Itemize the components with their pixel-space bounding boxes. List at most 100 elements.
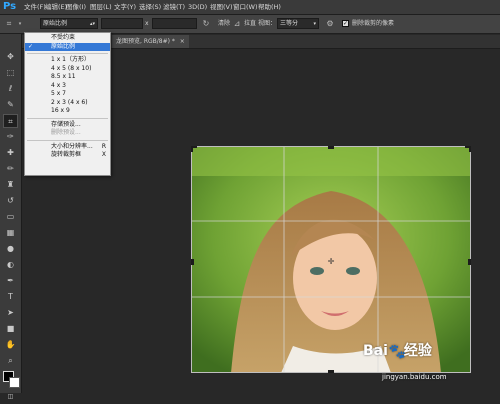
height-ratio-input[interactable]	[152, 18, 197, 29]
shortcut-key: X	[101, 151, 106, 158]
type-tool-icon[interactable]: T	[3, 290, 18, 304]
menu-item[interactable]: 图像(I)	[66, 0, 86, 14]
photo-canvas[interactable]: ✛	[191, 146, 471, 373]
straighten-label[interactable]: 拉直	[244, 18, 256, 29]
check-icon: ✓	[28, 42, 34, 50]
dropdown-item-label: 原始比例	[51, 42, 76, 50]
dropdown-item-label: 大小和分辨率...	[51, 142, 93, 150]
hand-tool-icon[interactable]: ✋	[3, 338, 18, 352]
eraser-tool-icon[interactable]: ▭	[3, 210, 18, 224]
menu-item[interactable]: 文字(Y)	[114, 0, 136, 14]
watermark-url: jingyan.baidu.com	[382, 373, 447, 381]
menu-item[interactable]: 窗口(W)	[233, 0, 258, 14]
dropdown-separator	[27, 139, 108, 141]
dropdown-separator	[27, 53, 108, 54]
document-tab[interactable]: 龙图预览, RGB/8#) * ×	[112, 35, 189, 48]
quick-mask-icon[interactable]: ◫	[3, 390, 18, 404]
clone-stamp-tool-icon[interactable]: ♜	[3, 178, 18, 192]
dropdown-separator	[27, 117, 108, 119]
dodge-tool-icon[interactable]: ◐	[3, 258, 18, 272]
dropdown-item[interactable]: 大小和分辨率... R	[25, 143, 110, 152]
lasso-tool-icon[interactable]: ℓ	[3, 82, 18, 96]
dropdown-item-label: 4 x 5 (8 x 10)	[51, 64, 92, 72]
dropdown-item-label: 不受约束	[51, 34, 76, 41]
menu-item[interactable]: 视图(V)	[210, 0, 233, 14]
path-selection-tool-icon[interactable]: ➤	[3, 306, 18, 320]
menu-item[interactable]: 滤镜(T)	[163, 0, 185, 14]
menu-item[interactable]: 3D(D)	[188, 0, 207, 14]
dropdown-item[interactable]: 旋转裁剪框 X	[25, 151, 110, 160]
dropdown-item-label: 旋转裁剪框	[51, 151, 82, 158]
dropdown-item[interactable]: 1 x 1（方形）	[25, 56, 110, 65]
dropdown-item-label: 删除预设...	[51, 129, 81, 136]
gear-icon[interactable]: ⚙	[324, 19, 336, 29]
dropdown-item-label: 1 x 1（方形）	[51, 56, 91, 63]
crop-preset-select[interactable]: 原始比例 ▴▾	[40, 18, 98, 29]
dropdown-item[interactable]: 不受约束	[25, 34, 110, 43]
ratio-separator: x	[145, 20, 149, 27]
dropdown-item-label: 4 x 3	[51, 81, 66, 89]
clear-button[interactable]: 清除	[218, 18, 230, 29]
rectangle-tool-icon[interactable]: ■	[3, 322, 18, 336]
dropdown-item: 删除预设...	[25, 129, 110, 138]
dropdown-item[interactable]: 存储预设...	[25, 121, 110, 130]
width-ratio-input[interactable]	[101, 18, 143, 29]
healing-brush-tool-icon[interactable]: ✚	[3, 146, 18, 160]
dropdown-item[interactable]: 16 x 9	[25, 107, 110, 116]
pen-tool-icon[interactable]: ✒	[3, 274, 18, 288]
document-tab-title: 龙图预览, RGB/8#) *	[116, 38, 175, 45]
paw-icon: 🐾	[388, 344, 407, 360]
quick-select-tool-icon[interactable]: ✎	[3, 98, 18, 112]
dropdown-item-label: 2 x 3 (4 x 6)	[51, 98, 88, 106]
eyedropper-tool-icon[interactable]: ✑	[3, 130, 18, 144]
dropdown-item-label: 8.5 x 11	[51, 73, 76, 80]
delete-cropped-checkbox[interactable]: ✓	[342, 20, 349, 27]
toolbox: ✥ ⬚ ℓ ✎ ⌗ ✑ ✚ ✏ ♜ ↺ ▭ ▦ ● ◐ ✒ T ➤ ■ ✋ ⌕ …	[0, 34, 22, 400]
dropdown-item[interactable]: 4 x 3	[25, 82, 110, 91]
dropdown-item[interactable]: 2 x 3 (4 x 6)	[25, 99, 110, 108]
menu-bar: Ps 文件(F) 编辑(E) 图像(I) 图层(L) 文字(Y) 选择(S) 滤镜(T) 3D…	[0, 0, 500, 15]
crop-center-icon: ✛	[328, 257, 335, 266]
background-color-swatch[interactable]	[9, 377, 20, 388]
zoom-tool-icon[interactable]: ⌕	[3, 354, 18, 368]
dropdown-item[interactable]: 8.5 x 11	[25, 73, 110, 82]
marquee-tool-icon[interactable]: ⬚	[3, 66, 18, 80]
crop-ratio-dropdown: 不受约束 ✓ 原始比例 1 x 1（方形） 4 x 5 (8 x 10) 8.5 x 11…	[24, 32, 111, 176]
baidu-watermark: Bai🐾经验	[363, 340, 432, 360]
view-overlay-select[interactable]: 三等分 ▾	[277, 18, 319, 29]
menu-item[interactable]: 文件(F)	[24, 0, 46, 14]
menu-item[interactable]: 帮助(H)	[258, 0, 281, 14]
history-brush-tool-icon[interactable]: ↺	[3, 194, 18, 208]
dropdown-item-label: 5 x 7	[51, 90, 66, 97]
blur-tool-icon[interactable]: ●	[3, 242, 18, 256]
crop-preset-value: 原始比例	[43, 20, 68, 27]
document-canvas[interactable]: ✛	[191, 146, 471, 373]
menu-item[interactable]: 选择(S)	[139, 0, 161, 14]
chevron-down-icon[interactable]: ▾	[14, 19, 26, 29]
straighten-icon[interactable]: ⊿	[231, 19, 243, 29]
view-overlay-value: 三等分	[280, 20, 299, 27]
gradient-tool-icon[interactable]: ▦	[3, 226, 18, 240]
left-eye	[310, 267, 324, 275]
right-eye	[346, 267, 360, 275]
watermark-brand2: 经验	[403, 343, 432, 359]
chevron-down-icon: ▴▾	[89, 21, 95, 27]
menu-item[interactable]: 编辑(E)	[45, 0, 67, 14]
dropdown-item[interactable]: ✓ 原始比例	[25, 42, 110, 51]
brush-tool-icon[interactable]: ✏	[3, 162, 18, 176]
delete-cropped-label: 删除裁剪的像素	[352, 20, 395, 27]
dropdown-item-label: 16 x 9	[51, 107, 70, 114]
dropdown-item[interactable]: 4 x 5 (8 x 10)	[25, 65, 110, 74]
view-label: 视图：	[258, 20, 277, 27]
photoshop-logo: Ps	[3, 1, 17, 12]
shortcut-key: R	[101, 142, 106, 150]
swap-icon[interactable]: ↻	[200, 19, 212, 29]
crop-tool-icon[interactable]: ⌗	[3, 114, 18, 128]
watermark-brand: Bai	[363, 343, 388, 359]
chevron-down-icon: ▾	[313, 21, 316, 27]
menu-item[interactable]: 图层(L)	[90, 0, 112, 14]
dropdown-item-label: 存储预设...	[51, 120, 81, 128]
dropdown-item[interactable]: 5 x 7	[25, 90, 110, 99]
close-icon[interactable]: ×	[180, 38, 185, 45]
move-tool-icon[interactable]: ✥	[3, 50, 18, 64]
